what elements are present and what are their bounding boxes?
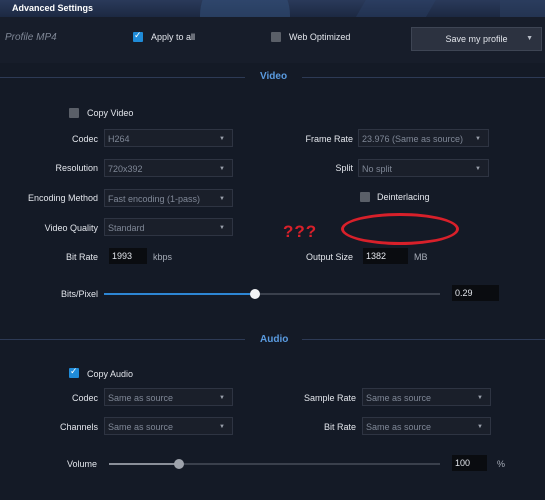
save-profile-label: Save my profile [445,34,508,44]
bits-pixel-slider-handle[interactable] [250,289,261,299]
chevron-down-icon: ▼ [219,196,225,202]
chevron-down-icon: ▼ [219,225,225,231]
channels-value: Same as source [108,422,174,432]
sample-rate-value: Same as source [366,393,432,403]
section-divider [302,77,545,78]
audio-bit-rate-label: Bit Rate [323,422,356,432]
resolution-label: Resolution [55,163,98,173]
channels-select[interactable]: Same as source ▼ [104,417,233,435]
chevron-down-icon: ▼ [477,424,483,430]
frame-rate-select[interactable]: 23.976 (Same as source) ▼ [358,129,489,147]
title-bar-decoration [200,0,290,17]
encoding-method-label: Encoding Method [27,193,98,203]
window-title: Advanced Settings [12,3,94,13]
volume-slider-fill [109,463,179,465]
audio-bit-rate-select[interactable]: Same as source ▼ [362,417,491,435]
resolution-select[interactable]: 720x392 ▼ [104,159,233,177]
chevron-down-icon: ▼ [219,395,225,401]
copy-video-checkbox[interactable] [69,108,79,118]
audio-section-title: Audio [260,334,289,345]
profile-label: Profile MP4 [5,32,57,43]
title-bar-decoration [348,0,442,17]
volume-input[interactable]: 100 [452,455,487,471]
sample-rate-label: Sample Rate [303,393,356,403]
encoding-method-select[interactable]: Fast encoding (1-pass) ▼ [104,189,233,207]
volume-unit: % [497,459,506,469]
title-bar-decoration [500,0,545,17]
audio-bit-rate-value: Same as source [366,422,432,432]
chevron-down-icon: ▼ [219,166,225,172]
apply-to-all-checkbox[interactable] [133,30,143,42]
output-size-unit: MB [414,252,428,262]
annotation-ellipse [341,213,459,245]
web-optimized-checkbox[interactable] [271,32,281,42]
video-section-title: Video [260,71,288,82]
copy-audio-label: Copy Audio [87,369,134,379]
section-divider [302,339,545,340]
video-bit-rate-unit: kbps [153,252,173,262]
deinterlacing-label: Deinterlacing [377,192,430,202]
deinterlacing-checkbox[interactable] [360,192,370,202]
sample-rate-select[interactable]: Same as source ▼ [362,388,491,406]
copy-audio-checkbox[interactable] [69,366,79,378]
frame-rate-label: Frame Rate [305,134,353,144]
bits-pixel-slider-fill [104,293,256,295]
section-divider [0,339,245,340]
split-label: Split [335,163,353,173]
video-codec-select[interactable]: H264 ▼ [104,129,233,147]
video-quality-select[interactable]: Standard ▼ [104,218,233,236]
output-size-input[interactable]: 1382 [363,248,408,264]
chevron-down-icon: ▼ [219,136,225,142]
video-codec-value: H264 [108,134,130,144]
audio-codec-select[interactable]: Same as source ▼ [104,388,233,406]
frame-rate-value: 23.976 (Same as source) [362,134,464,144]
web-optimized-label: Web Optimized [289,32,351,42]
video-bit-rate-label: Bit Rate [65,252,98,262]
audio-codec-value: Same as source [108,393,174,403]
copy-video-label: Copy Video [87,108,134,118]
volume-slider-handle[interactable] [173,459,184,469]
chevron-down-icon: ▼ [477,395,483,401]
annotation-question-marks: ??? [283,222,318,241]
video-codec-label: Codec [71,134,98,144]
title-bar: Advanced Settings [0,0,545,17]
bits-pixel-label: Bits/Pixel [61,289,99,299]
channels-label: Channels [59,422,98,432]
split-select[interactable]: No split ▼ [358,159,489,177]
bits-pixel-input[interactable]: 0.29 [452,285,499,301]
apply-to-all-label: Apply to all [151,32,196,42]
chevron-down-icon: ▼ [475,136,481,142]
audio-codec-label: Codec [71,393,98,403]
video-quality-label: Video Quality [44,223,98,233]
chevron-down-icon: ▼ [219,424,225,430]
chevron-down-icon: ▼ [475,166,481,172]
split-value: No split [362,164,393,174]
video-bit-rate-input[interactable]: 1993 [109,248,147,264]
volume-label: Volume [67,459,98,469]
save-profile-button[interactable]: Save my profile ▼ [411,27,542,51]
section-divider [0,77,245,78]
output-size-label: Output Size [305,252,353,262]
chevron-down-icon: ▼ [526,35,533,42]
encoding-method-value: Fast encoding (1-pass) [108,194,201,204]
resolution-value: 720x392 [108,164,143,174]
video-quality-value: Standard [108,223,145,233]
